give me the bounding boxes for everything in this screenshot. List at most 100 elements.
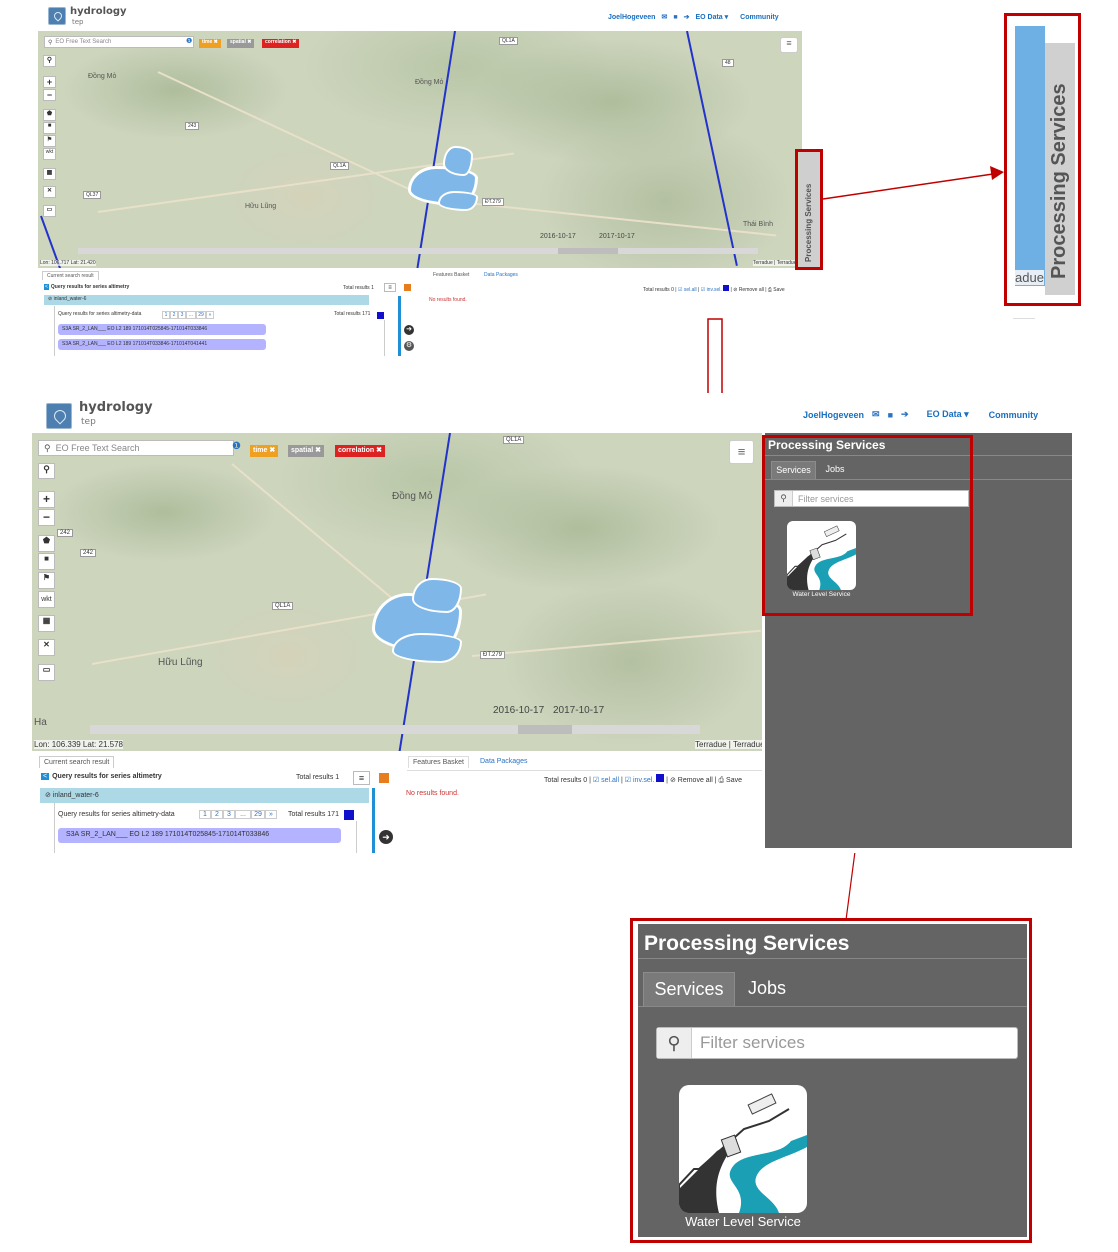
wkt-button[interactable]: wkt bbox=[43, 148, 56, 160]
logout-icon[interactable]: ➔ bbox=[901, 409, 909, 420]
logo-icon[interactable] bbox=[46, 403, 72, 429]
user-link[interactable]: JoelHogeveen bbox=[608, 14, 655, 21]
total-results: Total results 171 bbox=[288, 811, 339, 818]
filter-tag-time[interactable]: time ✖ bbox=[250, 445, 279, 457]
filter-tag-spatial[interactable]: spatial ✖ bbox=[227, 39, 255, 48]
series-color-swatch[interactable] bbox=[404, 284, 411, 291]
road-shield: QL37 bbox=[83, 191, 102, 199]
filter-tag-time[interactable]: time ✖ bbox=[199, 39, 221, 48]
date-end: 2017-10-17 bbox=[553, 705, 605, 716]
mail-icon[interactable]: ✉ bbox=[872, 409, 880, 420]
date-start: 2016-10-17 bbox=[540, 233, 576, 240]
book-icon[interactable]: ■ bbox=[888, 410, 893, 420]
road-shield: 48 bbox=[722, 59, 734, 67]
road-shield: QL1A bbox=[330, 162, 349, 170]
query-data-label: Query results for series altimetry-data bbox=[58, 811, 175, 818]
zoom-out-button[interactable]: − bbox=[38, 509, 55, 526]
search-area-button[interactable]: ⚲ bbox=[38, 463, 55, 479]
water-level-service-tile[interactable] bbox=[679, 1085, 807, 1213]
draw-rectangle-button[interactable]: ■ bbox=[43, 122, 56, 134]
map-view[interactable]: Đồng Mỏ Hữu Lũng Ha QL1A 242 242 QL1A ĐT… bbox=[32, 433, 762, 751]
inland-water-row[interactable]: ⊘ inland_water-6 bbox=[44, 295, 369, 305]
layers-button[interactable]: ≡ bbox=[780, 37, 798, 53]
result-row[interactable]: S3A SR_2_LAN___ EO L2 189 171014T025845-… bbox=[58, 828, 341, 843]
query-series-label: < Query results for series altimetry bbox=[44, 284, 130, 290]
wkt-button[interactable]: wkt bbox=[38, 591, 55, 608]
next-arrow-icon[interactable]: ➜ bbox=[404, 325, 414, 335]
share-icon[interactable]: < bbox=[41, 773, 50, 780]
community-link[interactable]: Community bbox=[989, 410, 1039, 420]
clear-button[interactable]: ✕ bbox=[43, 186, 56, 198]
community-link[interactable]: Community bbox=[740, 14, 779, 21]
zoom-crop: adue Processing Services bbox=[1004, 13, 1081, 306]
basket-total: Total results 0 | ☑ sel.all | ☑ inv.sel.… bbox=[643, 285, 785, 293]
user-link[interactable]: JoelHogeveen bbox=[803, 410, 864, 420]
list-button[interactable]: ≡ bbox=[384, 283, 396, 292]
draw-rectangle-button[interactable]: ■ bbox=[38, 553, 55, 570]
tab-data-packages[interactable]: Data Packages bbox=[480, 758, 527, 765]
search-input[interactable]: ⚲ EO Free Text Search bbox=[38, 440, 234, 456]
tab-current-search[interactable]: Current search result bbox=[42, 271, 99, 280]
app-header: hydrology tep JoelHogeveen ✉ ■ ➔ EO Data… bbox=[38, 0, 828, 31]
ruler-button[interactable]: ▭ bbox=[38, 664, 55, 681]
draw-polygon-button[interactable]: ⬟ bbox=[38, 535, 55, 552]
settings-icon[interactable]: ⚙ bbox=[404, 341, 414, 351]
tab-features-basket[interactable]: Features Basket bbox=[408, 756, 469, 768]
pagination[interactable]: 1 2 3... 29» bbox=[199, 810, 277, 819]
clear-button[interactable]: ✕ bbox=[38, 639, 55, 656]
tab-features-basket[interactable]: Features Basket bbox=[430, 271, 473, 279]
filter-tag-correlation[interactable]: correlation ✖ bbox=[335, 445, 385, 457]
list-button[interactable]: ≡ bbox=[353, 771, 370, 785]
result-row[interactable]: S3A SR_2_LAN___ EO L2 189 171014T025845-… bbox=[58, 324, 266, 335]
tab-jobs[interactable]: Jobs bbox=[739, 972, 795, 1006]
series-color-swatch[interactable] bbox=[377, 312, 384, 319]
grid-button[interactable]: ▦ bbox=[43, 168, 56, 180]
zoom-in-button[interactable]: + bbox=[43, 76, 56, 88]
series-color-swatch[interactable] bbox=[344, 810, 354, 820]
filter-tag-spatial[interactable]: spatial ✖ bbox=[288, 445, 324, 457]
filter-tag-correlation[interactable]: correlation ✖ bbox=[262, 39, 300, 48]
draw-polygon-button[interactable]: ⬟ bbox=[43, 109, 56, 121]
info-icon[interactable]: ❶ bbox=[186, 37, 192, 45]
road-shield: 243 bbox=[185, 122, 200, 130]
draw-point-button[interactable]: ⚑ bbox=[43, 135, 56, 147]
road-shield: ĐT.279 bbox=[480, 651, 506, 659]
pagination[interactable]: 1 2 3... 29» bbox=[162, 311, 214, 319]
tab-current-search[interactable]: Current search result bbox=[39, 756, 115, 768]
mail-icon[interactable]: ✉ bbox=[661, 13, 667, 21]
grid-button[interactable]: ▦ bbox=[38, 615, 55, 632]
logout-icon[interactable]: ➔ bbox=[684, 13, 690, 21]
search-icon: ⚲ bbox=[48, 39, 53, 46]
info-icon[interactable]: ❶ bbox=[232, 441, 241, 452]
time-slider[interactable] bbox=[78, 248, 758, 254]
eo-data-menu[interactable]: EO Data ▾ bbox=[927, 409, 969, 420]
ruler-button[interactable]: ▭ bbox=[43, 205, 56, 217]
zoom-processing-label: Processing Services bbox=[1048, 83, 1070, 279]
time-slider[interactable] bbox=[90, 725, 700, 734]
water-level-icon bbox=[679, 1093, 807, 1213]
processing-services-panel-zoom: Processing Services Services Jobs ⚲ Filt… bbox=[638, 924, 1027, 1237]
app-header: hydrology tep JoelHogeveen ✉ ■ ➔ EO Data… bbox=[32, 393, 1072, 433]
series-color-swatch[interactable] bbox=[379, 773, 389, 783]
next-arrow-icon[interactable]: ➜ bbox=[379, 830, 393, 844]
map-view[interactable]: Đồng Mỏ Đồng Mỏ Hữu Lũng Thái Bình QL1A … bbox=[38, 31, 802, 268]
zoom-in-button[interactable]: + bbox=[38, 491, 55, 508]
road-shield: QL1A bbox=[499, 37, 518, 45]
logo-icon[interactable] bbox=[48, 7, 66, 25]
filter-services-input[interactable]: ⚲ Filter services bbox=[656, 1027, 1018, 1059]
panel-title: Processing Services bbox=[644, 932, 850, 955]
result-row[interactable]: S3A SR_2_LAN___ EO L2 189 171014T033846-… bbox=[58, 339, 266, 350]
tab-services[interactable]: Services bbox=[643, 972, 735, 1006]
tab-data-packages[interactable]: Data Packages bbox=[484, 272, 518, 278]
mouse-coordinates: Lon: 106.339 Lat: 21.578 bbox=[34, 740, 123, 749]
draw-point-button[interactable]: ⚑ bbox=[38, 572, 55, 589]
layers-button[interactable]: ≡ bbox=[729, 440, 754, 464]
place-label: Thái Bình bbox=[743, 221, 773, 228]
share-icon[interactable]: < bbox=[44, 284, 49, 290]
zoom-out-button[interactable]: − bbox=[43, 89, 56, 101]
search-area-button[interactable]: ⚲ bbox=[43, 55, 56, 67]
eo-data-menu[interactable]: EO Data ▾ bbox=[695, 13, 728, 21]
search-input[interactable]: ⚲ EO Free Text Search bbox=[44, 36, 194, 48]
book-icon[interactable]: ■ bbox=[673, 14, 677, 21]
inland-water-row[interactable]: ⊘ inland_water-6 bbox=[40, 788, 369, 803]
